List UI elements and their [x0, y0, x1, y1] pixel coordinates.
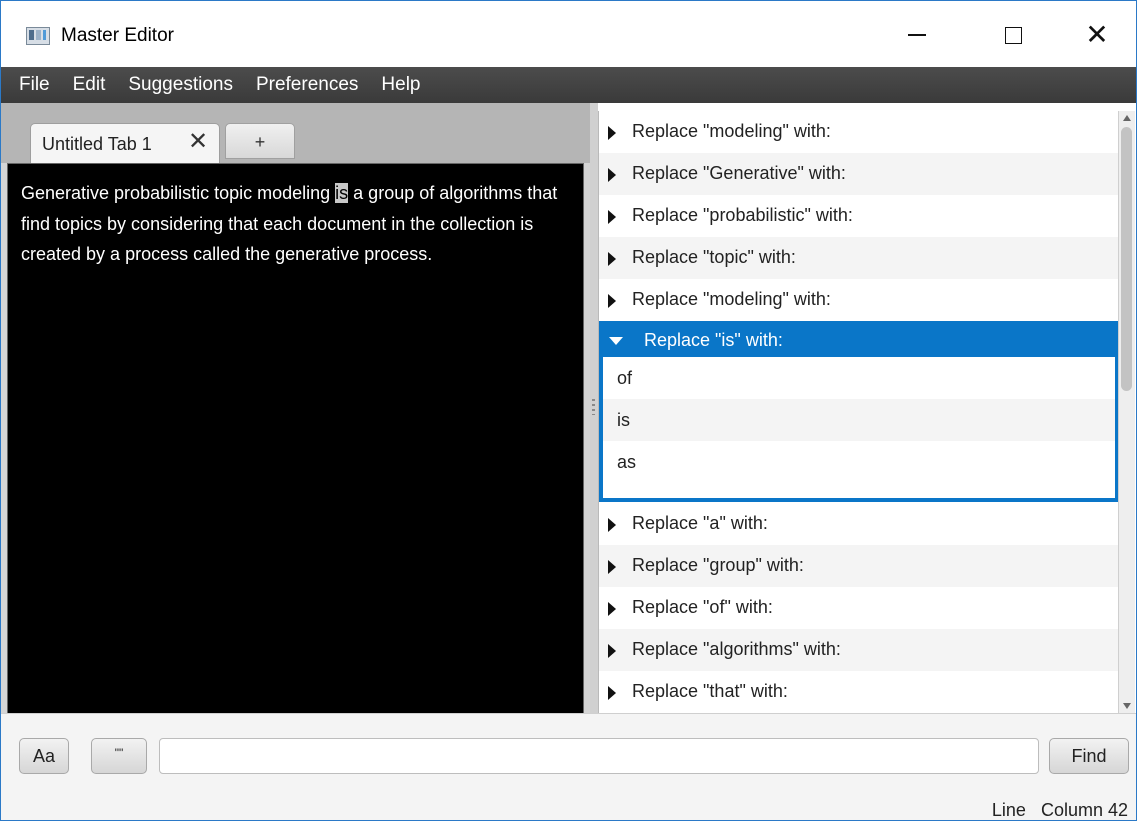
match-case-button[interactable]: Aa — [19, 738, 69, 774]
scroll-down-icon[interactable] — [1123, 703, 1131, 709]
status-bar: Line Column 42 — [982, 800, 1128, 820]
app-window: Master Editor ✕ File Edit Suggestions Pr… — [0, 0, 1137, 821]
suggestion-row[interactable]: Replace "modeling" with: — [599, 111, 1119, 153]
suggestion-row[interactable]: Replace "Generative" with: — [599, 153, 1119, 195]
suggestion-row[interactable]: Replace "modeling" with: — [599, 279, 1119, 321]
scroll-thumb[interactable] — [1121, 127, 1132, 391]
suggestion-label: Replace "modeling" with: — [632, 121, 831, 141]
selected-word: is — [335, 183, 349, 203]
expand-arrow-icon — [608, 294, 616, 308]
menu-edit[interactable]: Edit — [62, 67, 118, 103]
suggestion-label: Replace "a" with: — [632, 513, 768, 533]
editor-pane: Untitled Tab 1 ✕ + Generative probabilis… — [1, 103, 590, 715]
replacement-option[interactable]: is — [603, 399, 1115, 441]
expand-arrow-icon — [608, 602, 616, 616]
add-tab-button[interactable]: + — [225, 123, 295, 159]
menu-help[interactable]: Help — [370, 67, 432, 103]
maximize-icon — [1004, 26, 1022, 44]
split-divider[interactable] — [590, 103, 598, 713]
suggestion-row-selected[interactable]: Replace "is" with: — [599, 321, 1119, 357]
suggestion-label: Replace "algorithms" with: — [632, 639, 841, 659]
menu-file[interactable]: File — [1, 67, 62, 103]
maximize-button[interactable] — [985, 15, 1041, 55]
menu-preferences[interactable]: Preferences — [245, 67, 370, 103]
suggestions-scrollbar[interactable] — [1118, 111, 1135, 713]
collapse-arrow-icon — [609, 337, 623, 345]
tab-close-icon[interactable]: ✕ — [188, 130, 208, 154]
expand-arrow-icon — [608, 560, 616, 574]
tab-header: Untitled Tab 1 ✕ + — [1, 103, 590, 163]
status-line: Line — [991, 800, 1026, 820]
suggestion-row[interactable]: Replace "that" with: — [599, 671, 1119, 713]
app-icon — [26, 27, 50, 45]
suggestion-row[interactable]: Replace "a" with: — [599, 503, 1119, 545]
suggestion-label: Replace "that" with: — [632, 681, 788, 701]
expand-arrow-icon — [608, 168, 616, 182]
menu-suggestions[interactable]: Suggestions — [117, 67, 245, 103]
suggestion-row[interactable]: Replace "group" with: — [599, 545, 1119, 587]
find-bar: Aa "" Find Line Column 42 — [1, 713, 1136, 820]
search-input[interactable] — [159, 738, 1039, 774]
editor-text-before: Generative probabilistic topic modeling — [21, 183, 336, 203]
tab-untitled-1[interactable]: Untitled Tab 1 ✕ — [30, 123, 220, 163]
whole-word-button[interactable]: "" — [91, 738, 147, 774]
text-editor[interactable]: Generative probabilistic topic modeling … — [7, 163, 584, 715]
suggestion-label: Replace "of" with: — [632, 597, 773, 617]
suggestion-row[interactable]: Replace "algorithms" with: — [599, 629, 1119, 671]
expand-arrow-icon — [608, 210, 616, 224]
status-column: Column 42 — [1040, 800, 1128, 820]
suggestion-label: Replace "is" with: — [644, 330, 783, 350]
menu-bar: File Edit Suggestions Preferences Help — [1, 67, 1136, 103]
suggestion-row[interactable]: Replace "topic" with: — [599, 237, 1119, 279]
suggestion-label: Replace "Generative" with: — [632, 163, 846, 183]
expand-arrow-icon — [608, 252, 616, 266]
replacement-option[interactable]: of — [603, 357, 1115, 399]
editor-text: Generative probabilistic topic modeling … — [21, 178, 561, 270]
find-button[interactable]: Find — [1049, 738, 1129, 774]
tab-label: Untitled Tab 1 — [42, 134, 152, 154]
minimize-button[interactable] — [889, 15, 945, 55]
option-label: of — [617, 368, 633, 388]
title-bar: Master Editor ✕ — [1, 1, 1136, 67]
expand-arrow-icon — [608, 686, 616, 700]
scroll-up-icon[interactable] — [1123, 115, 1131, 121]
expand-arrow-icon — [608, 126, 616, 140]
suggestion-label: Replace "group" with: — [632, 555, 804, 575]
window-title: Master Editor — [61, 25, 174, 46]
replacement-option[interactable]: as — [603, 441, 1115, 483]
suggestion-label: Replace "topic" with: — [632, 247, 796, 267]
suggestion-row[interactable]: Replace "of" with: — [599, 587, 1119, 629]
replacement-options: of is as — [603, 357, 1115, 498]
option-label: as — [617, 452, 637, 472]
expand-arrow-icon — [608, 644, 616, 658]
suggestions-list: Replace "modeling" with: Replace "Genera… — [598, 111, 1119, 713]
option-label: is — [617, 410, 630, 430]
close-icon: ✕ — [1085, 19, 1109, 50]
minimize-icon — [908, 34, 926, 36]
suggestion-row[interactable]: Replace "probabilistic" with: — [599, 195, 1119, 237]
expand-arrow-icon — [608, 518, 616, 532]
suggestion-label: Replace "probabilistic" with: — [632, 205, 853, 225]
suggestion-expanded: Replace "is" with: of is as — [599, 321, 1119, 502]
suggestion-label: Replace "modeling" with: — [632, 289, 831, 309]
divider-grip-icon — [592, 399, 595, 415]
close-button[interactable]: ✕ — [1069, 15, 1125, 55]
